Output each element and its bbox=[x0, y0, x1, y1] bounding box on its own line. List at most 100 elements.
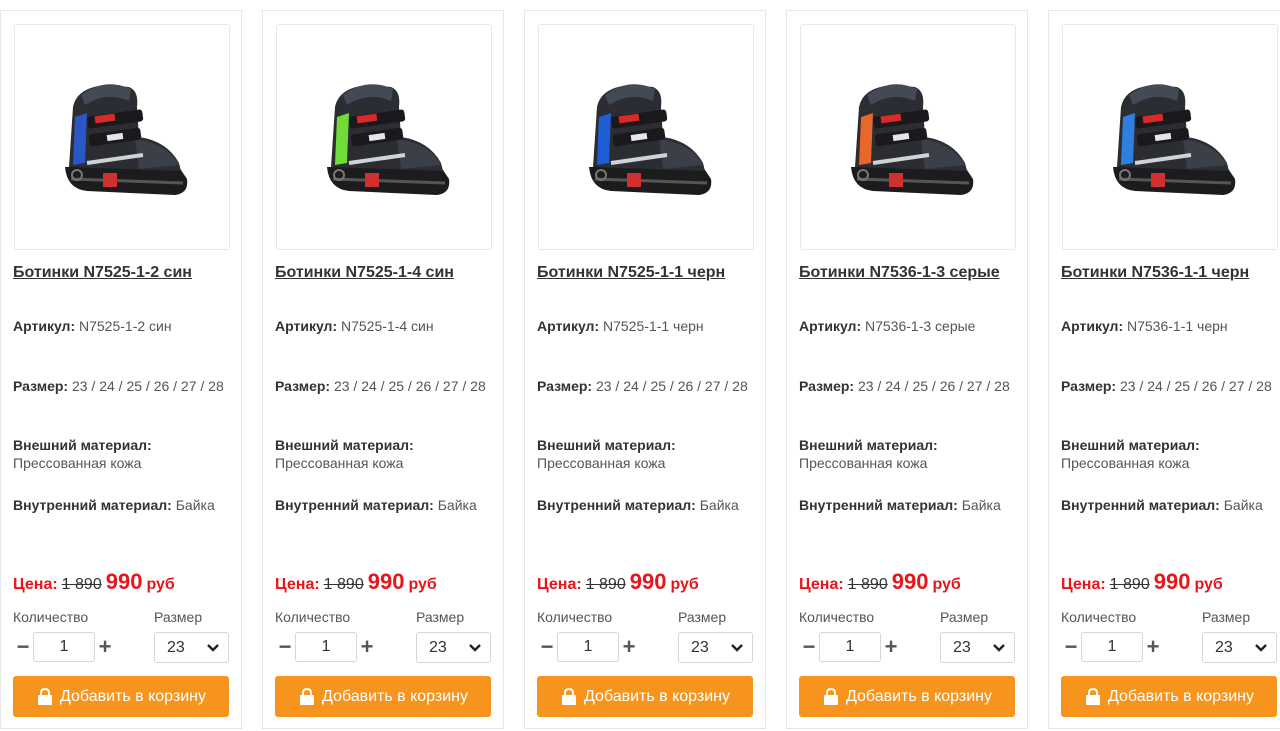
shopping-bag-icon bbox=[299, 687, 314, 705]
quantity-label: Количество bbox=[799, 609, 875, 625]
price: Цена: 1 890 990 руб bbox=[275, 569, 437, 595]
inner-material-label: Внутренний материал: bbox=[537, 497, 696, 513]
size-value: 23 / 24 / 25 / 26 / 27 / 28 bbox=[71, 378, 224, 394]
outer-material-field: Внешний материал: Прессованная кожа bbox=[275, 436, 505, 472]
inner-material-field: Внутренний материал: Байка bbox=[537, 496, 767, 514]
plus-icon[interactable]: + bbox=[95, 632, 115, 662]
plus-icon[interactable]: + bbox=[1143, 632, 1163, 662]
article-value: N7536-1-3 серые bbox=[865, 318, 976, 334]
size-value: 23 / 24 / 25 / 26 / 27 / 28 bbox=[595, 378, 748, 394]
inner-material-value: Байка bbox=[961, 497, 1001, 513]
chevron-down-icon bbox=[731, 643, 743, 652]
size-select-value: 23 bbox=[691, 638, 709, 656]
product-card: Ботинки N7536-1-3 серые Артикул: N7536-1… bbox=[786, 10, 1028, 729]
quantity-input[interactable] bbox=[295, 632, 357, 662]
size-select[interactable]: 23 bbox=[678, 632, 753, 663]
outer-material-field: Внешний материал: Прессованная кожа bbox=[799, 436, 1029, 472]
size-label: Размер: bbox=[537, 378, 593, 394]
size-field: Размер: 23 / 24 / 25 / 26 / 27 / 28 bbox=[275, 377, 505, 395]
product-title[interactable]: Ботинки N7525-1-1 черн bbox=[537, 264, 773, 282]
size-select-label: Размер bbox=[416, 609, 465, 625]
outer-material-field: Внешний материал: Прессованная кожа bbox=[13, 436, 243, 472]
article-value: N7536-1-1 черн bbox=[1127, 318, 1228, 334]
article-value: N7525-1-2 син bbox=[79, 318, 172, 334]
article-value: N7525-1-4 син bbox=[341, 318, 434, 334]
quantity-input[interactable] bbox=[33, 632, 95, 662]
quantity-label: Количество bbox=[275, 609, 351, 625]
quantity-stepper: − + bbox=[799, 632, 901, 662]
size-value: 23 / 24 / 25 / 26 / 27 / 28 bbox=[333, 378, 486, 394]
size-select[interactable]: 23 bbox=[154, 632, 229, 663]
add-to-cart-button[interactable]: Добавить в корзину bbox=[275, 676, 491, 717]
inner-material-value: Байка bbox=[699, 497, 739, 513]
product-image[interactable] bbox=[14, 24, 230, 250]
outer-material-value: Прессованная кожа bbox=[1061, 455, 1190, 471]
price: Цена: 1 890 990 руб bbox=[1061, 569, 1223, 595]
size-select-value: 23 bbox=[429, 638, 447, 656]
shopping-bag-icon bbox=[823, 687, 838, 705]
article-label: Артикул: bbox=[13, 318, 76, 334]
product-title[interactable]: Ботинки N7525-1-4 син bbox=[275, 264, 511, 282]
size-select-label: Размер bbox=[1202, 609, 1251, 625]
currency: руб bbox=[1194, 576, 1223, 593]
size-select[interactable]: 23 bbox=[1202, 632, 1277, 663]
product-image[interactable] bbox=[276, 24, 492, 250]
size-label: Размер: bbox=[799, 378, 855, 394]
boot-image bbox=[65, 84, 188, 195]
article-label: Артикул: bbox=[799, 318, 862, 334]
price-label: Цена: bbox=[1061, 576, 1106, 593]
plus-icon[interactable]: + bbox=[881, 632, 901, 662]
product-image[interactable] bbox=[538, 24, 754, 250]
shopping-bag-icon bbox=[561, 687, 576, 705]
plus-icon[interactable]: + bbox=[357, 632, 377, 662]
product-title[interactable]: Ботинки N7536-1-1 черн bbox=[1061, 264, 1280, 282]
chevron-down-icon bbox=[1255, 643, 1267, 652]
shopping-bag-icon bbox=[37, 687, 52, 705]
price-label: Цена: bbox=[799, 576, 844, 593]
add-to-cart-button[interactable]: Добавить в корзину bbox=[13, 676, 229, 717]
product-image[interactable] bbox=[1062, 24, 1278, 250]
article-field: Артикул: N7525-1-1 черн bbox=[537, 317, 767, 335]
minus-icon[interactable]: − bbox=[799, 632, 819, 662]
quantity-stepper: − + bbox=[537, 632, 639, 662]
outer-material-value: Прессованная кожа bbox=[537, 455, 666, 471]
old-price: 1 890 bbox=[847, 576, 888, 593]
minus-icon[interactable]: − bbox=[275, 632, 295, 662]
inner-material-field: Внутренний материал: Байка bbox=[799, 496, 1029, 514]
boot-image bbox=[589, 84, 712, 195]
old-price: 1 890 bbox=[61, 576, 102, 593]
minus-icon[interactable]: − bbox=[13, 632, 33, 662]
add-to-cart-button[interactable]: Добавить в корзину bbox=[537, 676, 753, 717]
product-title[interactable]: Ботинки N7536-1-3 серые bbox=[799, 264, 1035, 282]
inner-material-label: Внутренний материал: bbox=[799, 497, 958, 513]
minus-icon[interactable]: − bbox=[1061, 632, 1081, 662]
size-field: Размер: 23 / 24 / 25 / 26 / 27 / 28 bbox=[537, 377, 767, 395]
quantity-input[interactable] bbox=[819, 632, 881, 662]
outer-material-label: Внешний материал: bbox=[537, 437, 676, 453]
outer-material-value: Прессованная кожа bbox=[275, 455, 404, 471]
size-select[interactable]: 23 bbox=[416, 632, 491, 663]
price-label: Цена: bbox=[537, 576, 582, 593]
old-price: 1 890 bbox=[1109, 576, 1150, 593]
add-to-cart-button[interactable]: Добавить в корзину bbox=[799, 676, 1015, 717]
price: Цена: 1 890 990 руб bbox=[799, 569, 961, 595]
chevron-down-icon bbox=[993, 643, 1005, 652]
boot-image bbox=[1113, 84, 1236, 195]
inner-material-field: Внутренний материал: Байка bbox=[1061, 496, 1280, 514]
size-select-label: Размер bbox=[154, 609, 203, 625]
product-title[interactable]: Ботинки N7525-1-2 син bbox=[13, 264, 249, 282]
plus-icon[interactable]: + bbox=[619, 632, 639, 662]
add-to-cart-label: Добавить в корзину bbox=[845, 687, 992, 705]
add-to-cart-label: Добавить в корзину bbox=[583, 687, 730, 705]
quantity-input[interactable] bbox=[557, 632, 619, 662]
quantity-input[interactable] bbox=[1081, 632, 1143, 662]
product-grid: Ботинки N7525-1-2 син Артикул: N7525-1-2… bbox=[0, 0, 1280, 731]
inner-material-label: Внутренний материал: bbox=[275, 497, 434, 513]
minus-icon[interactable]: − bbox=[537, 632, 557, 662]
size-select-value: 23 bbox=[167, 638, 185, 656]
add-to-cart-button[interactable]: Добавить в корзину bbox=[1061, 676, 1277, 717]
product-image[interactable] bbox=[800, 24, 1016, 250]
size-field: Размер: 23 / 24 / 25 / 26 / 27 / 28 bbox=[13, 377, 243, 395]
size-select[interactable]: 23 bbox=[940, 632, 1015, 663]
currency: руб bbox=[670, 576, 699, 593]
